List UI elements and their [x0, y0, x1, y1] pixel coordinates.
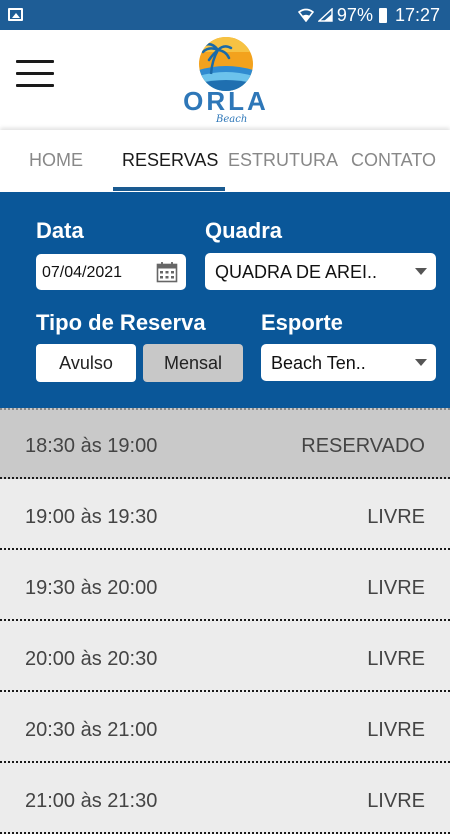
esporte-select[interactable]: Beach Ten..	[261, 344, 436, 381]
tab-home[interactable]: HOME	[29, 150, 83, 171]
tab-bar: HOME RESERVAS ESTRUTURA CONTATO	[0, 130, 450, 192]
reservation-filter-panel: Data Quadra 07/04/2021 QUADRA DE AREI.. …	[0, 192, 450, 408]
slot-time: 20:30 às 21:00	[25, 719, 158, 741]
slot-time: 19:00 às 19:30	[25, 506, 158, 528]
avulso-button[interactable]: Avulso	[36, 344, 136, 382]
app-header: ORLA Beach	[0, 30, 450, 130]
date-value: 07/04/2021	[42, 264, 123, 281]
time-slot-row[interactable]: 21:00 às 21:30 LIVRE	[0, 763, 450, 834]
slot-time: 18:30 às 19:00	[25, 435, 158, 457]
tab-contato[interactable]: CONTATO	[351, 150, 436, 171]
time-slot-row[interactable]: 20:30 às 21:00 LIVRE	[0, 692, 450, 763]
time-slot-row[interactable]: 20:00 às 20:30 LIVRE	[0, 621, 450, 692]
slot-time: 20:00 às 20:30	[25, 648, 158, 670]
quadra-label: Quadra	[205, 218, 283, 243]
tab-reservas[interactable]: RESERVAS	[122, 150, 218, 171]
mensal-button[interactable]: Mensal	[143, 344, 243, 382]
tipo-reserva-label: Tipo de Reserva	[36, 310, 206, 335]
chevron-down-icon	[415, 268, 427, 275]
gallery-icon	[8, 8, 23, 21]
slot-status: LIVRE	[367, 790, 425, 812]
slot-status: LIVRE	[367, 719, 425, 741]
time-slot-row[interactable]: 19:00 às 19:30 LIVRE	[0, 479, 450, 550]
chevron-down-icon	[415, 359, 427, 366]
quadra-value: QUADRA DE AREI..	[215, 262, 378, 282]
status-time: 17:27	[394, 4, 440, 25]
signal-icon	[317, 8, 333, 22]
time-slot-row[interactable]: 18:30 às 19:00 RESERVADO	[0, 408, 450, 479]
logo-subtitle: Beach	[216, 114, 248, 125]
slot-status: LIVRE	[367, 648, 425, 670]
slot-status: LIVRE	[367, 506, 425, 528]
quadra-select[interactable]: QUADRA DE AREI..	[205, 253, 436, 290]
active-tab-indicator	[113, 187, 225, 191]
status-bar: 97% 17:27	[0, 0, 450, 30]
date-label: Data	[36, 218, 84, 243]
slot-time: 19:30 às 20:00	[25, 577, 158, 599]
battery-percent: 97%	[336, 4, 373, 25]
esporte-label: Esporte	[261, 310, 343, 335]
app-logo: ORLA Beach	[178, 36, 274, 126]
menu-icon[interactable]	[16, 60, 54, 88]
esporte-value: Beach Ten..	[271, 353, 366, 373]
wifi-icon	[297, 8, 314, 22]
battery-icon	[378, 7, 387, 23]
logo-emblem	[199, 37, 253, 91]
slot-status: LIVRE	[367, 577, 425, 599]
tab-estrutura[interactable]: ESTRUTURA	[228, 150, 338, 171]
time-slot-row[interactable]: 19:30 às 20:00 LIVRE	[0, 550, 450, 621]
time-slot-list: 18:30 às 19:00 RESERVADO 19:00 às 19:30 …	[0, 408, 450, 834]
logo-text: ORLA	[183, 86, 269, 116]
date-field[interactable]: 07/04/2021	[36, 254, 186, 290]
slot-status: RESERVADO	[301, 435, 425, 457]
slot-time: 21:00 às 21:30	[25, 790, 158, 812]
calendar-icon[interactable]	[156, 261, 178, 283]
